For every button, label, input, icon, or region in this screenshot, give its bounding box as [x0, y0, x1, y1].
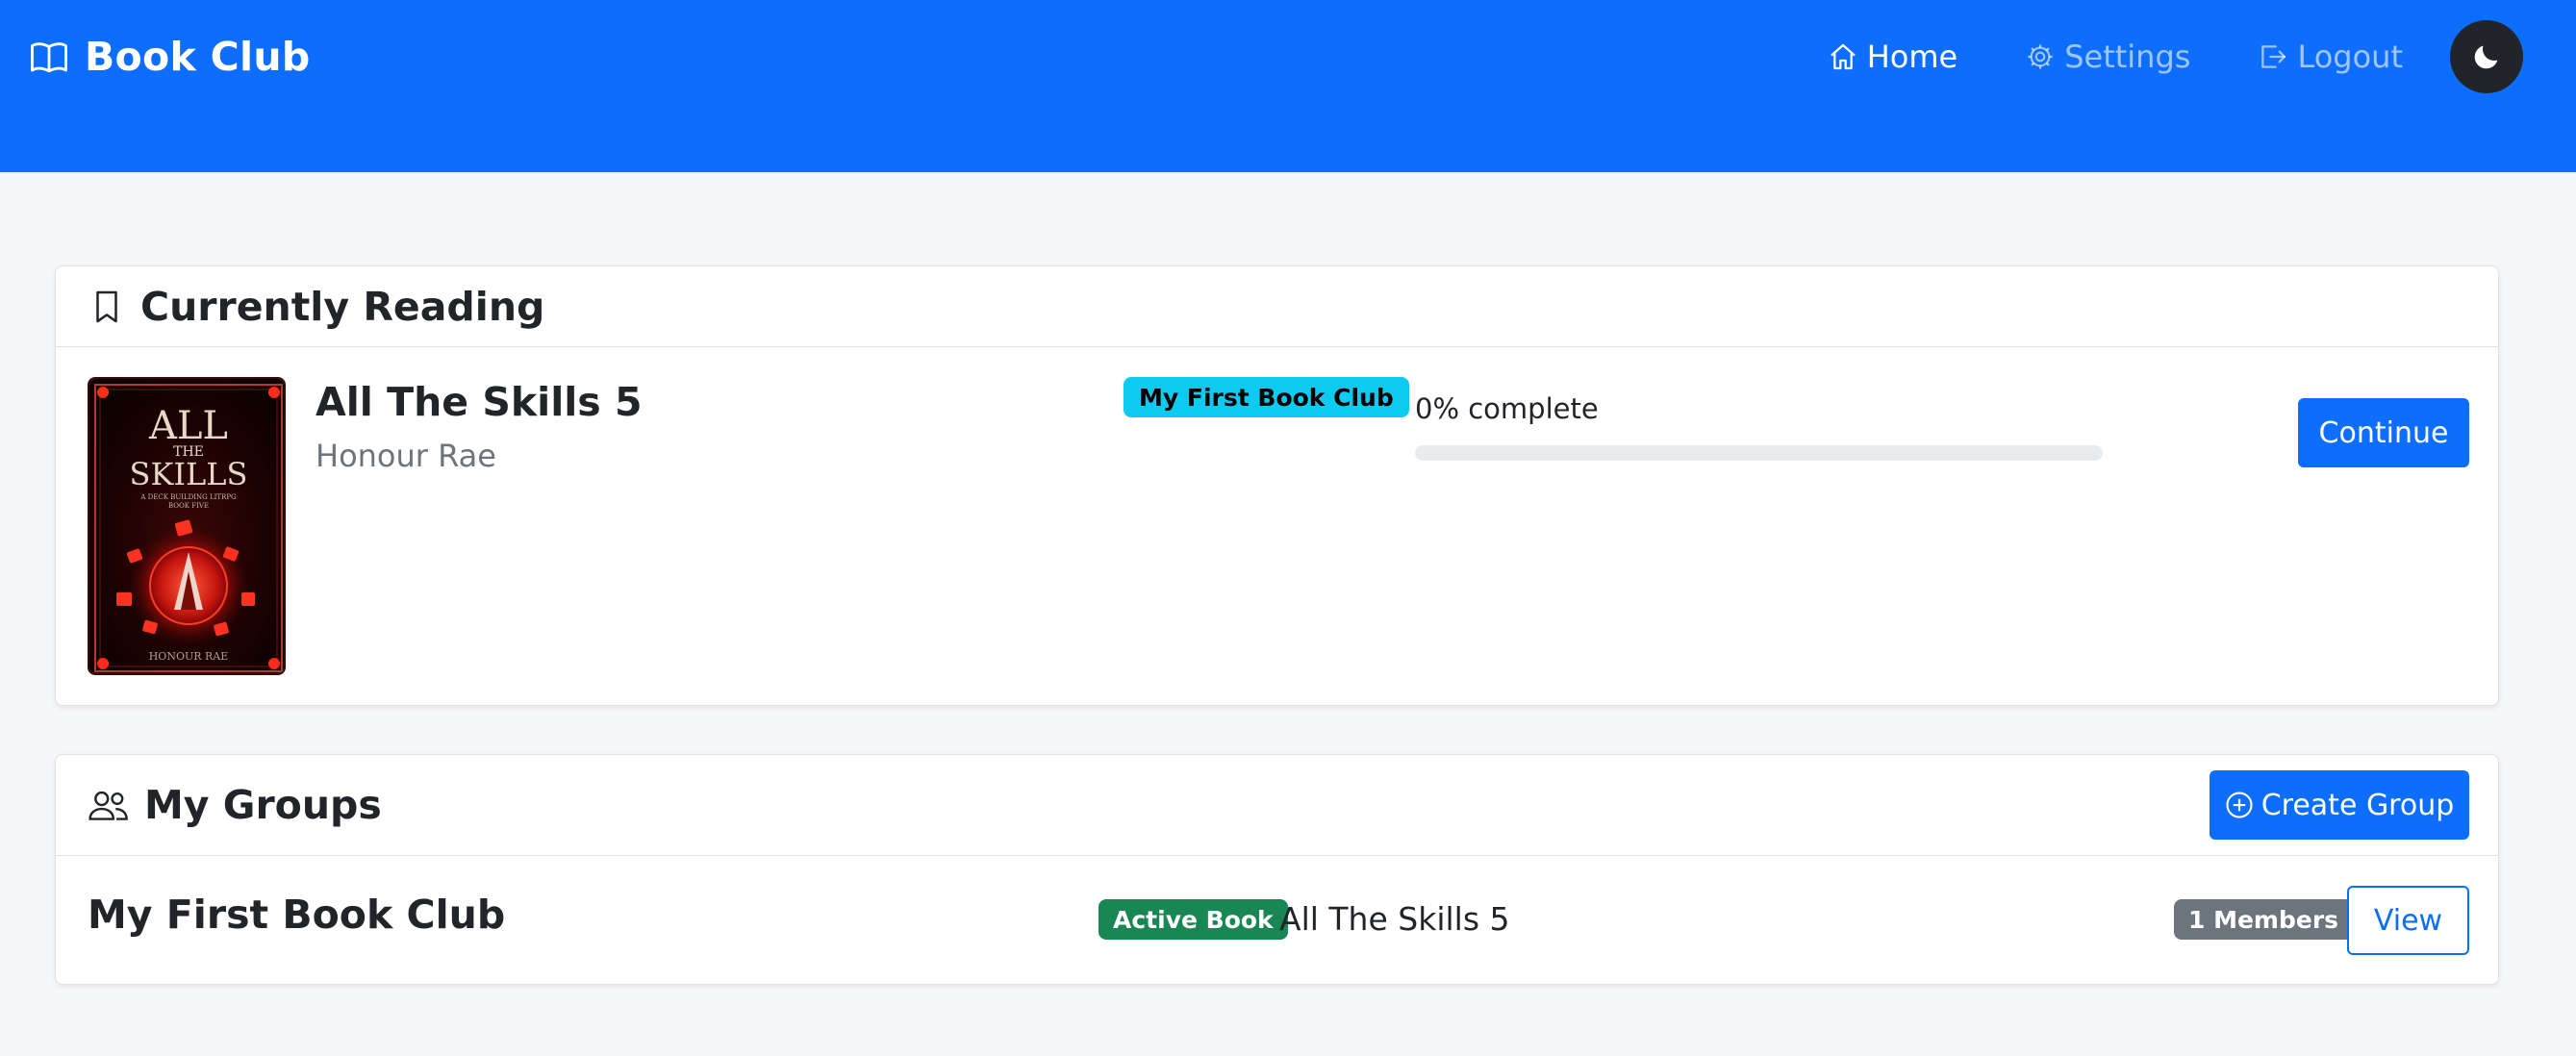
create-group-button[interactable]: Create Group [2210, 770, 2469, 840]
top-navbar: Book Club Home Settings Logout [0, 0, 2576, 172]
nav-settings[interactable]: Settings [2025, 38, 2190, 75]
group-name[interactable]: My First Book Club [88, 892, 505, 938]
cover-subtitle-1: A DECK BUILDING LITRPG [139, 493, 237, 501]
currently-reading-header: Currently Reading [56, 266, 2498, 347]
cover-subtitle-2: BOOK FIVE [168, 502, 209, 510]
members-badge: 1 Members [2174, 899, 2354, 940]
people-icon [88, 791, 128, 820]
active-book-badge: Active Book [1099, 899, 1288, 940]
view-group-button[interactable]: View [2347, 886, 2469, 955]
create-group-label: Create Group [2260, 788, 2455, 822]
theme-toggle-button[interactable] [2450, 20, 2523, 93]
my-groups-title: My Groups [144, 782, 382, 828]
cover-author: HONOUR RAE [149, 650, 229, 663]
bookmark-icon [96, 290, 117, 322]
active-book-title: All The Skills 5 [1279, 900, 1510, 938]
open-book-icon [31, 42, 67, 73]
nav-home[interactable]: Home [1828, 38, 1958, 75]
book-title[interactable]: All The Skills 5 [316, 379, 643, 425]
currently-reading-card: Currently Reading ALL THE SKILLS A DECK … [55, 265, 2499, 706]
plus-circle-icon [2226, 792, 2253, 818]
nav-logout[interactable]: Logout [2258, 38, 2403, 75]
currently-reading-title: Currently Reading [140, 283, 545, 330]
nav-logout-label: Logout [2297, 38, 2403, 75]
logout-icon [2261, 45, 2286, 68]
house-icon [1830, 43, 1856, 70]
book-cover-art: ALL THE SKILLS A DECK BUILDING LITRPG BO… [89, 379, 284, 673]
my-groups-card: My Groups Create Group My First Book Clu… [55, 754, 2499, 985]
nav-links: Home Settings Logout [1760, 29, 2403, 85]
nav-settings-label: Settings [2064, 38, 2191, 75]
my-groups-header: My Groups Create Group [56, 755, 2498, 856]
brand-name: Book Club [85, 34, 311, 80]
book-cover[interactable]: ALL THE SKILLS A DECK BUILDING LITRPG BO… [88, 377, 286, 675]
continue-button[interactable]: Continue [2298, 398, 2469, 467]
progress-bar [1415, 445, 2103, 461]
cover-title-1: ALL [148, 404, 228, 448]
gear-icon [2028, 44, 2053, 69]
nav-home-label: Home [1866, 38, 1958, 75]
moon-icon [2474, 45, 2498, 69]
brand[interactable]: Book Club [29, 29, 311, 85]
club-badge: My First Book Club [1124, 377, 1409, 417]
book-author: Honour Rae [316, 438, 496, 474]
progress-label: 0% complete [1415, 392, 1599, 425]
cover-title-3: SKILLS [130, 456, 248, 492]
